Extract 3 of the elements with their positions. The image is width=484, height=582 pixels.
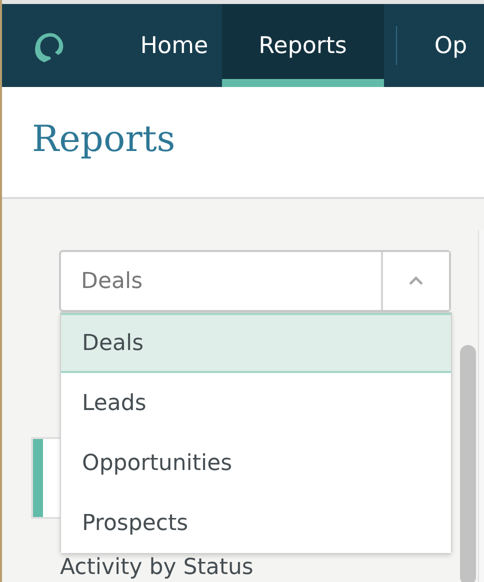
page-title: Reports bbox=[32, 118, 176, 160]
select-value: Deals bbox=[80, 268, 144, 296]
section-title: Activity by Status bbox=[60, 556, 254, 580]
